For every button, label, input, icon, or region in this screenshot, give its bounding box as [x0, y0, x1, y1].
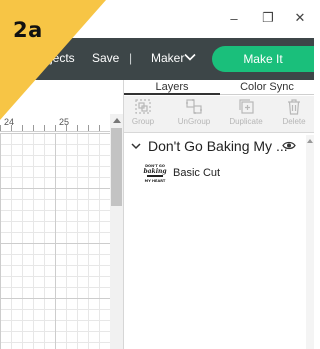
- duplicate-icon: [239, 99, 254, 114]
- tab-layers[interactable]: Layers: [124, 80, 220, 95]
- layer-item[interactable]: DON'T GO baking MY HEART Basic Cut: [142, 160, 302, 186]
- layer-group-row[interactable]: Don't Go Baking My ...: [124, 135, 306, 157]
- canvas-scrollbar[interactable]: [110, 114, 123, 349]
- tab-color-sync[interactable]: Color Sync: [220, 80, 314, 95]
- panel-scrollbar[interactable]: [306, 135, 314, 349]
- delete-icon: [288, 99, 300, 115]
- duplicate-button[interactable]: Duplicate: [224, 98, 268, 132]
- design-canvas[interactable]: 24 25: [0, 80, 124, 349]
- horizontal-ruler: 24 25: [0, 114, 110, 132]
- delete-label: Delete: [282, 117, 306, 126]
- canvas-grid-major: [0, 133, 110, 349]
- close-icon[interactable]: ✕: [290, 9, 310, 27]
- scroll-up-icon[interactable]: [307, 139, 313, 143]
- group-icon: [135, 99, 151, 114]
- chevron-down-icon[interactable]: [183, 50, 197, 64]
- thumbnail-text-middle: baking: [143, 168, 166, 175]
- make-it-button[interactable]: Make It: [212, 46, 314, 72]
- layer-actions-bar: Group UnGroup Duplicate Delete: [124, 96, 314, 133]
- chevron-down-icon[interactable]: [130, 140, 142, 152]
- save-button[interactable]: Save: [92, 51, 119, 65]
- scrollbar-thumb[interactable]: [111, 128, 122, 206]
- machine-select[interactable]: Maker: [151, 51, 184, 65]
- scroll-up-icon[interactable]: [113, 118, 121, 123]
- ungroup-label: UnGroup: [177, 117, 211, 126]
- eye-icon[interactable]: [282, 140, 296, 151]
- toolbar-divider: |: [129, 51, 133, 65]
- layers-panel: Layers Color Sync Group UnGroup Duplicat…: [124, 80, 314, 349]
- minimize-icon[interactable]: –: [224, 9, 244, 27]
- group-button[interactable]: Group: [128, 98, 158, 132]
- maximize-icon[interactable]: ❐: [258, 9, 278, 27]
- ungroup-button[interactable]: UnGroup: [172, 98, 216, 132]
- layer-thumbnail: DON'T GO baking MY HEART: [143, 164, 166, 183]
- ruler-ticks: [0, 125, 110, 131]
- layer-group-title: Don't Go Baking My ...: [148, 138, 288, 154]
- delete-button[interactable]: Delete: [278, 98, 310, 132]
- duplicate-label: Duplicate: [229, 117, 263, 126]
- layer-item-label: Basic Cut: [173, 167, 221, 179]
- group-label: Group: [131, 117, 155, 126]
- panel-tabs: Layers Color Sync: [124, 80, 314, 95]
- ungroup-icon: [186, 99, 202, 114]
- thumbnail-text-bottom: MY HEART: [145, 179, 166, 183]
- step-badge-label: 2a: [13, 18, 43, 42]
